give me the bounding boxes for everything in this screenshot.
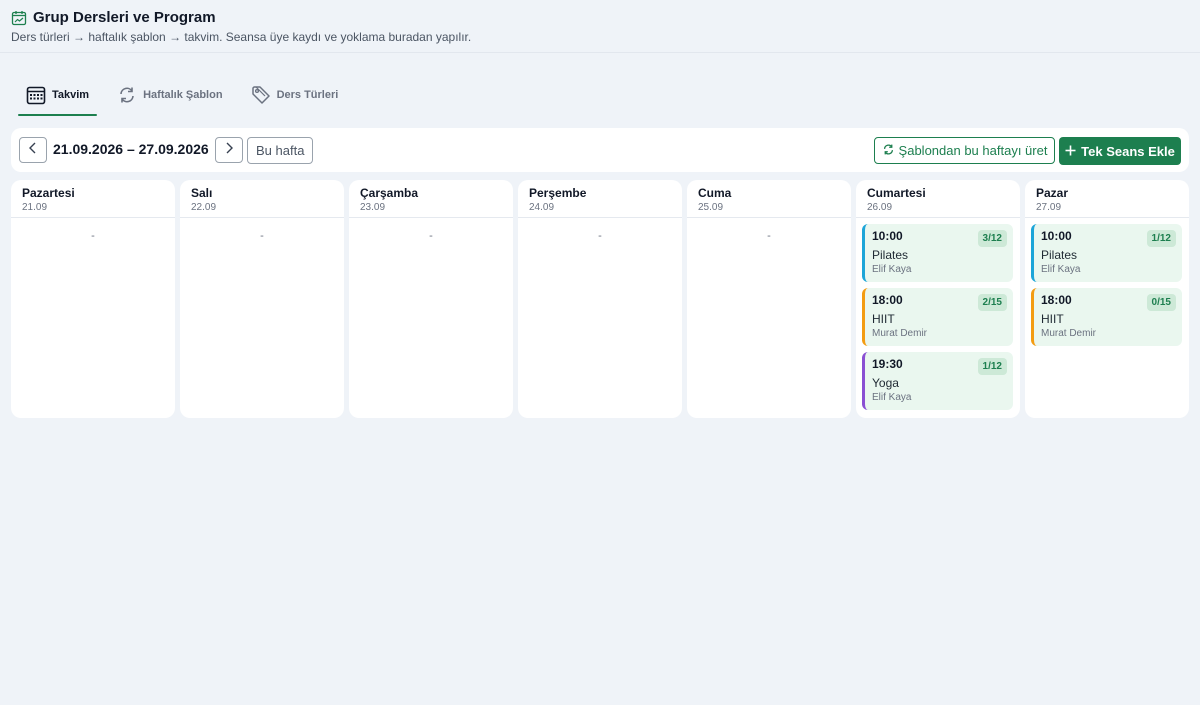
- session-class-name: Pilates: [872, 248, 909, 262]
- this-week-button[interactable]: Bu hafta: [247, 137, 314, 164]
- day-name: Cumartesi: [867, 186, 926, 200]
- empty-day-placeholder: -: [767, 230, 771, 242]
- generate-from-template-button[interactable]: Şablondan bu haftayı üret: [874, 137, 1055, 164]
- session-class-name: HIIT: [872, 312, 895, 326]
- session-coach: Elif Kaya: [872, 264, 912, 275]
- tab-bar: Takvim Haftalık Şablon Ders Türleri: [18, 76, 358, 116]
- day-header: Cuma 25.09: [687, 180, 851, 218]
- day-name: Pazartesi: [22, 186, 75, 200]
- empty-day-placeholder: -: [260, 230, 264, 242]
- session-class-name: Yoga: [872, 376, 899, 390]
- generate-from-template-label: Şablondan bu haftayı üret: [898, 143, 1048, 158]
- add-single-session-label: Tek Seans Ekle: [1081, 143, 1175, 159]
- week-toolbar: 21.09.2026 – 27.09.2026 Bu hafta Şablond…: [11, 128, 1189, 172]
- calendar-chart-icon: [11, 10, 27, 26]
- session-class-name: Pilates: [1041, 248, 1078, 262]
- tab-weekly-template[interactable]: Haftalık Şablon: [109, 76, 230, 114]
- day-header: Salı 22.09: [180, 180, 344, 218]
- refresh-icon: [117, 85, 137, 105]
- day-date: 22.09: [191, 202, 217, 213]
- day-column-thursday: Perşembe 24.09 -: [518, 180, 682, 418]
- capacity-badge: 2/15: [977, 294, 1007, 311]
- day-column-saturday: Cumartesi 26.09 10:00 Pilates Elif Kaya …: [856, 180, 1020, 418]
- session-class-name: HIIT: [1041, 312, 1064, 326]
- refresh-icon: [882, 143, 895, 159]
- day-header: Çarşamba 23.09: [349, 180, 513, 218]
- week-calendar: Pazartesi 21.09 - Salı 22.09 - Çarşamba …: [11, 180, 1189, 418]
- day-header: Cumartesi 26.09: [856, 180, 1020, 218]
- day-name: Salı: [191, 186, 213, 200]
- day-date: 26.09: [867, 202, 893, 213]
- previous-week-button[interactable]: [19, 137, 47, 163]
- tab-class-types-label: Ders Türleri: [276, 89, 339, 101]
- add-single-session-button[interactable]: Tek Seans Ekle: [1059, 137, 1181, 165]
- plus-icon: [1065, 144, 1076, 159]
- capacity-badge: 1/12: [977, 358, 1007, 375]
- day-date: 25.09: [698, 202, 724, 213]
- page-header: Grup Dersleri ve Program Ders türleri → …: [0, 0, 1200, 53]
- empty-day-placeholder: -: [598, 230, 602, 242]
- capacity-badge: 3/12: [977, 230, 1007, 247]
- next-week-button[interactable]: [215, 137, 243, 163]
- tab-calendar[interactable]: Takvim: [18, 76, 98, 116]
- day-column-tuesday: Salı 22.09 -: [180, 180, 344, 418]
- chevron-left-icon: [28, 141, 38, 159]
- day-column-monday: Pazartesi 21.09 -: [11, 180, 175, 418]
- session-coach: Elif Kaya: [1041, 264, 1081, 275]
- day-name: Pazar: [1036, 186, 1069, 200]
- day-date: 21.09: [22, 202, 48, 213]
- session-coach: Murat Demir: [872, 328, 928, 339]
- day-header: Perşembe 24.09: [518, 180, 682, 218]
- session-card[interactable]: 10:00 Pilates Elif Kaya 1/12: [1031, 224, 1182, 282]
- session-coach: Elif Kaya: [872, 392, 912, 403]
- tab-class-types[interactable]: Ders Türleri: [243, 76, 347, 114]
- capacity-badge: 0/15: [1146, 294, 1176, 311]
- tag-icon: [251, 85, 271, 105]
- tab-calendar-label: Takvim: [52, 89, 90, 101]
- day-name: Cuma: [698, 186, 732, 200]
- session-card[interactable]: 10:00 Pilates Elif Kaya 3/12: [862, 224, 1013, 282]
- day-column-wednesday: Çarşamba 23.09 -: [349, 180, 513, 418]
- week-date-range: 21.09.2026 – 27.09.2026: [53, 141, 209, 157]
- day-header: Pazar 27.09: [1025, 180, 1189, 218]
- calendar-icon: [26, 85, 46, 105]
- session-card[interactable]: 18:00 HIIT Murat Demir 2/15: [862, 288, 1013, 346]
- page-title: Grup Dersleri ve Program: [33, 9, 216, 26]
- day-name: Perşembe: [529, 186, 587, 200]
- empty-day-placeholder: -: [91, 230, 95, 242]
- session-coach: Murat Demir: [1041, 328, 1097, 339]
- day-name: Çarşamba: [360, 186, 419, 200]
- capacity-badge: 1/12: [1146, 230, 1176, 247]
- day-date: 24.09: [529, 202, 555, 213]
- day-date: 23.09: [360, 202, 386, 213]
- day-column-friday: Cuma 25.09 -: [687, 180, 851, 418]
- empty-day-placeholder: -: [429, 230, 433, 242]
- session-card[interactable]: 18:00 HIIT Murat Demir 0/15: [1031, 288, 1182, 346]
- day-header: Pazartesi 21.09: [11, 180, 175, 218]
- title-row: Grup Dersleri ve Program: [11, 9, 216, 26]
- tab-weekly-template-label: Haftalık Şablon: [143, 89, 223, 101]
- session-card[interactable]: 19:30 Yoga Elif Kaya 1/12: [862, 352, 1013, 410]
- day-date: 27.09: [1036, 202, 1062, 213]
- chevron-right-icon: [224, 141, 234, 159]
- day-column-sunday: Pazar 27.09 10:00 Pilates Elif Kaya 1/12…: [1025, 180, 1189, 418]
- page-subtitle: Ders türleri → haftalık şablon → takvim.…: [11, 30, 472, 44]
